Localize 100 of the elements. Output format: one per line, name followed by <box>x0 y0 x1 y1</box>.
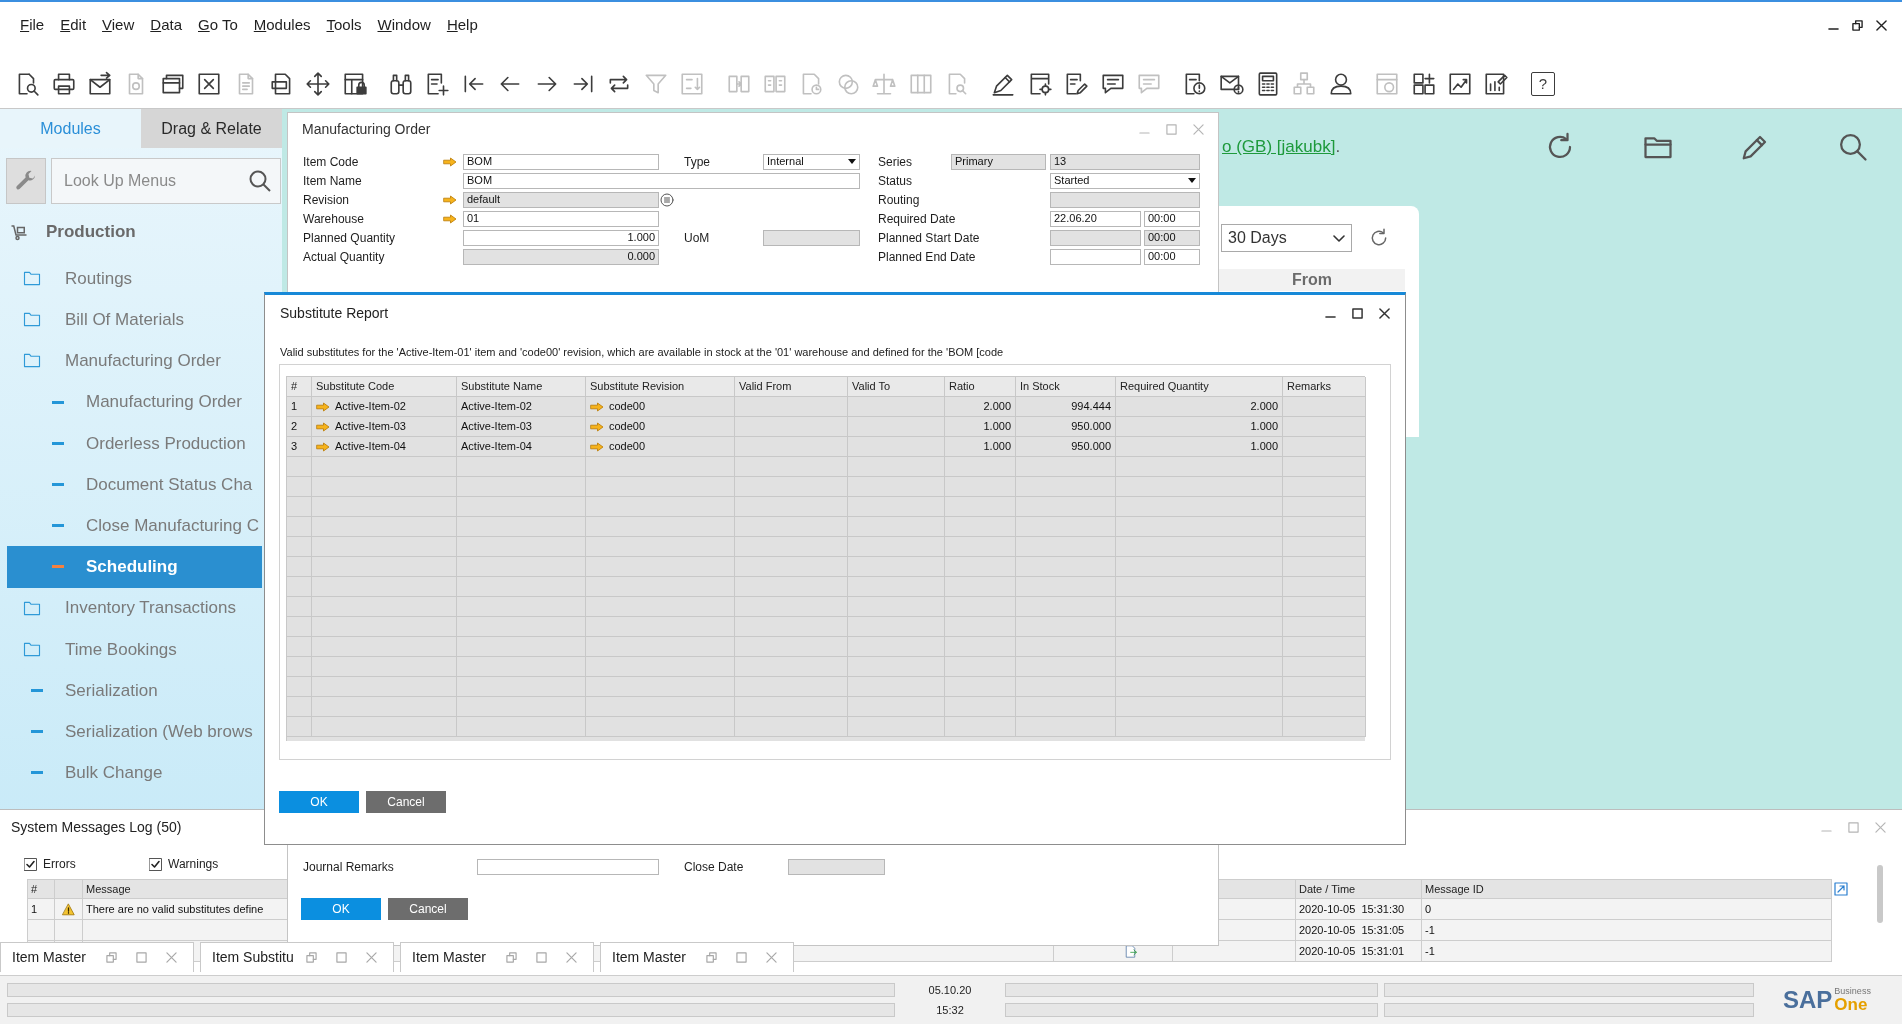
maximize-icon[interactable] <box>1352 307 1363 319</box>
checkbox-label[interactable]: Errors <box>43 855 76 873</box>
menu-item[interactable]: View <box>102 16 135 34</box>
input-field[interactable]: 00:00 <box>1144 210 1200 227</box>
right-arrow-icon[interactable] <box>590 401 604 412</box>
tab[interactable]: Drag & Relate <box>141 109 282 148</box>
button[interactable]: Cancel <box>366 791 446 813</box>
menu-item[interactable]: Help <box>446 16 478 34</box>
scrollbar[interactable] <box>1877 865 1883 923</box>
menu-item[interactable]: Edit <box>60 16 87 34</box>
sidebar-item[interactable]: Inventory Transactions <box>7 587 262 629</box>
input-field[interactable] <box>1050 248 1141 265</box>
input-field[interactable] <box>788 858 885 875</box>
button[interactable]: Cancel <box>388 898 468 920</box>
dash-icon <box>52 565 64 569</box>
expand-icon[interactable] <box>1834 882 1848 896</box>
move-arrows-icon[interactable] <box>305 70 332 97</box>
list-icon[interactable] <box>660 192 674 207</box>
right-arrow-icon[interactable] <box>316 441 330 452</box>
menu-item[interactable]: Data <box>150 16 182 34</box>
right-arrow-icon[interactable] <box>443 194 457 205</box>
sidebar-item[interactable]: Manufacturing Order <box>7 340 262 382</box>
checkbox-label[interactable]: Warnings <box>168 855 219 873</box>
input-field[interactable]: 00:00 <box>1144 248 1200 265</box>
menu-item[interactable]: Modules <box>253 16 311 34</box>
dash-icon <box>52 400 64 404</box>
window-lock-icon[interactable] <box>341 70 368 97</box>
menu-item[interactable]: File <box>20 16 45 34</box>
input-field[interactable] <box>1050 191 1200 208</box>
sidebar-item[interactable]: Routings <box>7 258 262 300</box>
chart-window-icon[interactable] <box>1447 70 1474 97</box>
input-field[interactable]: 13 <box>1050 153 1200 170</box>
grid-plus-icon[interactable] <box>1410 70 1437 97</box>
dropdown[interactable]: Started <box>1050 172 1200 189</box>
input-field[interactable]: 01 <box>463 210 659 227</box>
folder-icon <box>23 641 41 657</box>
input-field[interactable]: Primary <box>951 153 1046 170</box>
column-header: Substitute Revision <box>586 377 735 397</box>
input-field[interactable]: BOM <box>463 172 860 189</box>
minimize-icon[interactable] <box>1828 26 1839 31</box>
right-arrow-icon[interactable] <box>316 401 330 412</box>
printer-icon[interactable] <box>50 70 77 97</box>
right-arrow-icon[interactable] <box>443 156 457 167</box>
search-field[interactable]: Look Up Menus <box>51 158 281 204</box>
right-arrow-icon[interactable] <box>443 213 457 224</box>
input-field[interactable] <box>763 229 860 246</box>
sidebar-item[interactable]: Document Status Cha <box>7 463 262 506</box>
dash-icon <box>52 441 64 445</box>
field-label: Item Code <box>303 153 360 171</box>
table-cell: 950.000 <box>1016 437 1116 457</box>
wrench-button[interactable] <box>6 158 46 204</box>
sidebar-item[interactable]: Scheduling <box>7 546 262 588</box>
dropdown[interactable]: 30 Days <box>1221 224 1352 252</box>
input-field[interactable] <box>477 858 659 875</box>
right-arrow-icon[interactable] <box>316 421 330 432</box>
menu-item[interactable]: Window <box>377 16 431 34</box>
menu-item[interactable]: Go To <box>198 16 238 34</box>
field-label: Series <box>878 153 913 171</box>
input-field[interactable]: 0.000 <box>463 248 659 265</box>
x-box-icon[interactable] <box>196 70 223 97</box>
input-field[interactable]: default <box>463 191 659 208</box>
sidebar-item[interactable]: Serialization (Web brows <box>7 711 262 753</box>
folder-icon <box>23 271 41 287</box>
input-field[interactable]: 22.06.20 <box>1050 210 1141 227</box>
refresh-icon[interactable] <box>1369 228 1389 248</box>
table-cell <box>945 637 1016 657</box>
sidebar-item[interactable]: Serialization <box>7 669 262 712</box>
close-icon[interactable] <box>1379 307 1390 319</box>
sidebar-item[interactable]: Time Bookings <box>7 628 262 670</box>
input-field[interactable] <box>1050 229 1141 246</box>
input-field[interactable]: 1.000 <box>463 229 659 246</box>
sidebar-item[interactable]: Orderless Production <box>7 422 262 464</box>
right-arrow-icon[interactable] <box>590 421 604 432</box>
search-icon[interactable] <box>248 169 272 193</box>
bar-chart-pen-icon[interactable] <box>1483 70 1510 97</box>
close-icon[interactable] <box>1876 19 1887 31</box>
sidebar-item[interactable]: Bill Of Materials <box>7 299 262 341</box>
checkbox[interactable] <box>24 857 37 871</box>
sidebar-item[interactable]: Bulk Change <box>7 752 262 794</box>
checkbox[interactable] <box>149 857 162 871</box>
menu-item[interactable]: Tools <box>326 16 362 34</box>
restore-icon[interactable] <box>1852 19 1863 31</box>
envelope-arrow-icon[interactable] <box>86 70 113 97</box>
wrench-icon <box>14 169 38 193</box>
right-arrow-icon[interactable] <box>590 441 604 452</box>
field-label: Close Date <box>684 858 745 876</box>
sidebar-item[interactable]: Manufacturing Order <box>7 381 262 423</box>
input-field[interactable]: BOM <box>463 153 659 170</box>
folder-icon <box>23 312 41 328</box>
dropdown[interactable]: Internal <box>763 153 860 170</box>
input-field[interactable]: 00:00 <box>1144 229 1200 246</box>
welcome-text: o (GB) [jakubk]. <box>1222 136 1341 159</box>
sidebar-item[interactable]: Close Manufacturing C <box>7 505 262 547</box>
minimize-icon[interactable] <box>1325 314 1336 319</box>
search-icon[interactable] <box>1837 132 1868 162</box>
window-title: Manufacturing Order <box>302 119 431 139</box>
table-cell <box>945 477 1016 497</box>
status-date: 05.10.20 <box>928 983 972 997</box>
help-button[interactable]: ? <box>1530 71 1555 96</box>
table-cell: 1.000 <box>945 417 1016 437</box>
